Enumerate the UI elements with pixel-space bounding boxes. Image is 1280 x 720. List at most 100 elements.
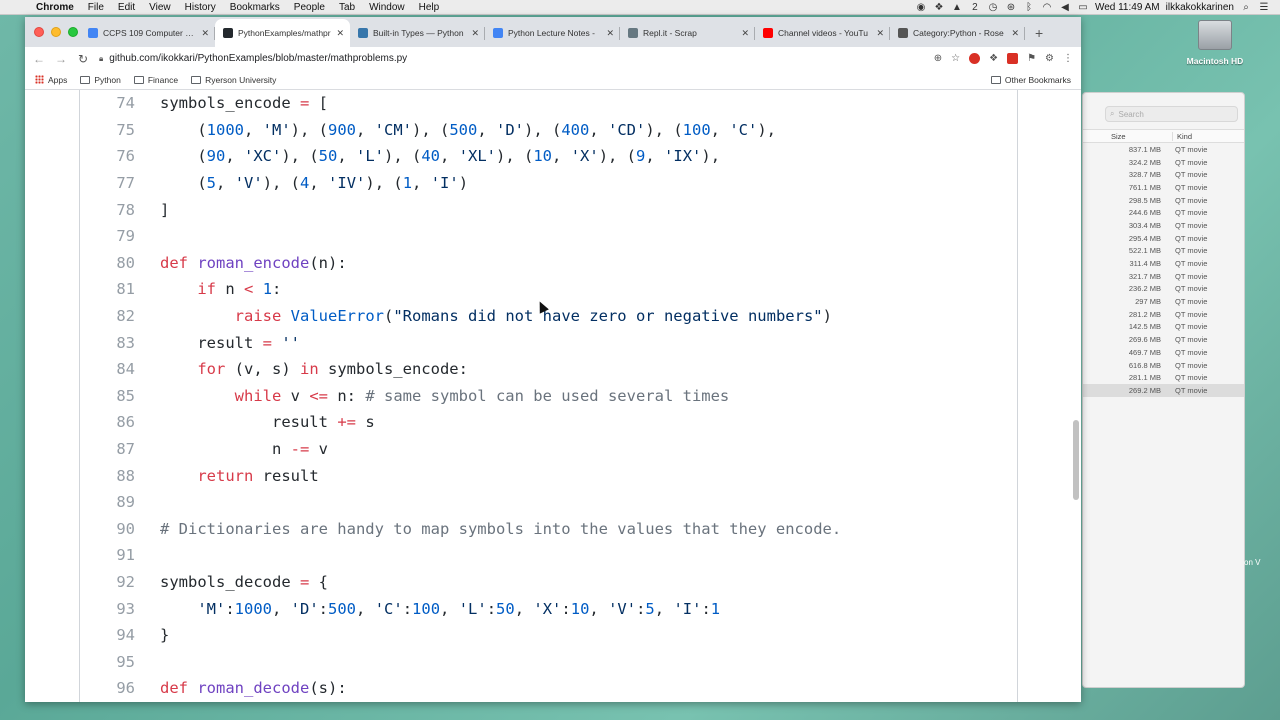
finder-row[interactable]: 269.6 MB QT movie (1083, 333, 1244, 346)
line-number[interactable]: 76 (80, 147, 135, 165)
extension-gear-icon[interactable]: ⚙ (1045, 53, 1054, 64)
line-number[interactable]: 89 (80, 493, 135, 511)
finder-row[interactable]: 328.7 MB QT movie (1083, 168, 1244, 181)
notification-center-icon[interactable]: ☰ (1258, 2, 1270, 13)
menubar-user[interactable]: ilkkakokkarinen (1166, 2, 1234, 13)
menu-people[interactable]: People (287, 0, 332, 15)
line-number[interactable]: 85 (80, 387, 135, 405)
menu-help[interactable]: Help (412, 0, 447, 15)
finder-row[interactable]: 297 MB QT movie (1083, 295, 1244, 308)
bookmark-other[interactable]: Other Bookmarks (990, 75, 1071, 85)
bookmark-star-icon[interactable]: ☆ (951, 53, 960, 64)
menu-bookmarks[interactable]: Bookmarks (223, 0, 287, 15)
line-number[interactable]: 96 (80, 679, 135, 697)
line-number[interactable]: 81 (80, 280, 135, 298)
battery-icon[interactable]: ▭ (1077, 2, 1089, 13)
finder-row[interactable]: 616.8 MB QT movie (1083, 359, 1244, 372)
chrome-menu-icon[interactable]: ⋮ (1063, 53, 1073, 64)
lock-icon[interactable]: 🔒︎ (99, 54, 103, 64)
menu-tab[interactable]: Tab (332, 0, 362, 15)
line-number[interactable]: 82 (80, 307, 135, 325)
close-tab-icon[interactable]: ✕ (741, 28, 749, 39)
line-number[interactable]: 83 (80, 334, 135, 352)
close-tab-icon[interactable]: ✕ (336, 28, 344, 39)
line-number[interactable]: 77 (80, 174, 135, 192)
extension-flag-icon[interactable]: ⚑ (1027, 53, 1036, 64)
extension-dropbox-icon[interactable]: ❖ (989, 53, 998, 64)
tab-4[interactable]: Repl.it - Scrap ✕ (620, 19, 755, 47)
menu-view[interactable]: View (142, 0, 178, 15)
drive-icon[interactable]: ▲ (951, 2, 963, 13)
new-tab-button[interactable]: + (1035, 19, 1043, 47)
finder-row[interactable]: 761.1 MB QT movie (1083, 181, 1244, 194)
finder-row[interactable]: 469.7 MB QT movie (1083, 346, 1244, 359)
record-icon[interactable]: ◉ (915, 2, 927, 13)
line-number[interactable]: 84 (80, 360, 135, 378)
line-number[interactable]: 79 (80, 227, 135, 245)
dropbox-icon[interactable]: ❖ (933, 2, 945, 13)
line-number[interactable]: 75 (80, 121, 135, 139)
tab-3[interactable]: Python Lecture Notes - ✕ (485, 19, 620, 47)
clock-status-icon[interactable]: ◷ (987, 2, 999, 13)
line-number[interactable]: 92 (80, 573, 135, 591)
tab-2[interactable]: Built-in Types — Python ✕ (350, 19, 485, 47)
macintosh-hd-icon[interactable] (1198, 20, 1232, 50)
column-kind[interactable]: Kind (1173, 132, 1244, 141)
line-number[interactable]: 93 (80, 600, 135, 618)
close-tab-icon[interactable]: ✕ (471, 28, 479, 39)
tab-6[interactable]: Category:Python - Rose ✕ (890, 19, 1025, 47)
close-tab-icon[interactable]: ✕ (1011, 28, 1019, 39)
tab-0[interactable]: CCPS 109 Computer Sci ✕ (80, 19, 215, 47)
finder-row[interactable]: 142.5 MB QT movie (1083, 321, 1244, 334)
finder-row[interactable]: 837.1 MB QT movie (1083, 143, 1244, 156)
menu-edit[interactable]: Edit (111, 0, 142, 15)
line-number[interactable]: 78 (80, 201, 135, 219)
column-size[interactable]: Size (1083, 131, 1173, 141)
finder-row[interactable]: 269.2 MB QT movie (1083, 384, 1244, 397)
line-number[interactable]: 91 (80, 546, 135, 564)
bookmark-finance[interactable]: Finance (133, 75, 178, 85)
line-number[interactable]: 87 (80, 440, 135, 458)
bookmark-python[interactable]: Python (80, 75, 121, 85)
line-number[interactable]: 88 (80, 467, 135, 485)
line-number[interactable]: 74 (80, 94, 135, 112)
extension-adblock-icon[interactable] (969, 53, 981, 64)
extension-red-icon[interactable] (1007, 53, 1019, 64)
bluetooth-icon[interactable]: ᛒ (1023, 2, 1035, 13)
reload-button[interactable]: ↻ (77, 52, 89, 66)
menubar-clock[interactable]: Wed 11:49 AM (1095, 2, 1160, 13)
tab-1[interactable]: PythonExamples/mathpr ✕ (215, 19, 350, 47)
wifi-icon[interactable]: ◠ (1041, 2, 1053, 13)
url-text[interactable]: github.com/ikokkari/PythonExamples/blob/… (109, 53, 407, 64)
back-button[interactable]: ← (33, 52, 45, 66)
bookmark-apps[interactable]: Apps (35, 75, 67, 85)
line-number[interactable]: 95 (80, 653, 135, 671)
finder-search[interactable]: ⌕ Search (1105, 106, 1238, 122)
menu-window[interactable]: Window (362, 0, 412, 15)
line-number[interactable]: 86 (80, 413, 135, 431)
finder-row[interactable]: 236.2 MB QT movie (1083, 283, 1244, 296)
finder-row[interactable]: 295.4 MB QT movie (1083, 232, 1244, 245)
address-bar[interactable]: 🔒︎ github.com/ikokkari/PythonExamples/bl… (99, 49, 924, 68)
close-tab-icon[interactable]: ✕ (201, 28, 209, 39)
forward-button[interactable]: → (55, 52, 67, 66)
maximize-window-button[interactable] (68, 27, 78, 37)
close-window-button[interactable] (34, 27, 44, 37)
finder-row[interactable]: 311.4 MB QT movie (1083, 257, 1244, 270)
accessibility-icon[interactable]: ⊛ (1005, 2, 1017, 13)
finder-row[interactable]: 303.4 MB QT movie (1083, 219, 1244, 232)
page-scrollbar[interactable] (1073, 420, 1079, 500)
minimize-window-button[interactable] (51, 27, 61, 37)
volume-icon[interactable]: ◀ (1059, 2, 1071, 13)
line-number[interactable]: 94 (80, 626, 135, 644)
finder-row[interactable]: 321.7 MB QT movie (1083, 270, 1244, 283)
finder-row[interactable]: 298.5 MB QT movie (1083, 194, 1244, 207)
bookmark-ryerson[interactable]: Ryerson University (191, 75, 276, 85)
finder-row[interactable]: 324.2 MB QT movie (1083, 156, 1244, 169)
line-number[interactable]: 80 (80, 254, 135, 272)
menu-file[interactable]: File (81, 0, 111, 15)
close-tab-icon[interactable]: ✕ (876, 28, 884, 39)
spotlight-search-icon[interactable]: ⌕ (1240, 2, 1252, 13)
finder-row[interactable]: 244.6 MB QT movie (1083, 206, 1244, 219)
finder-row[interactable]: 522.1 MB QT movie (1083, 245, 1244, 258)
